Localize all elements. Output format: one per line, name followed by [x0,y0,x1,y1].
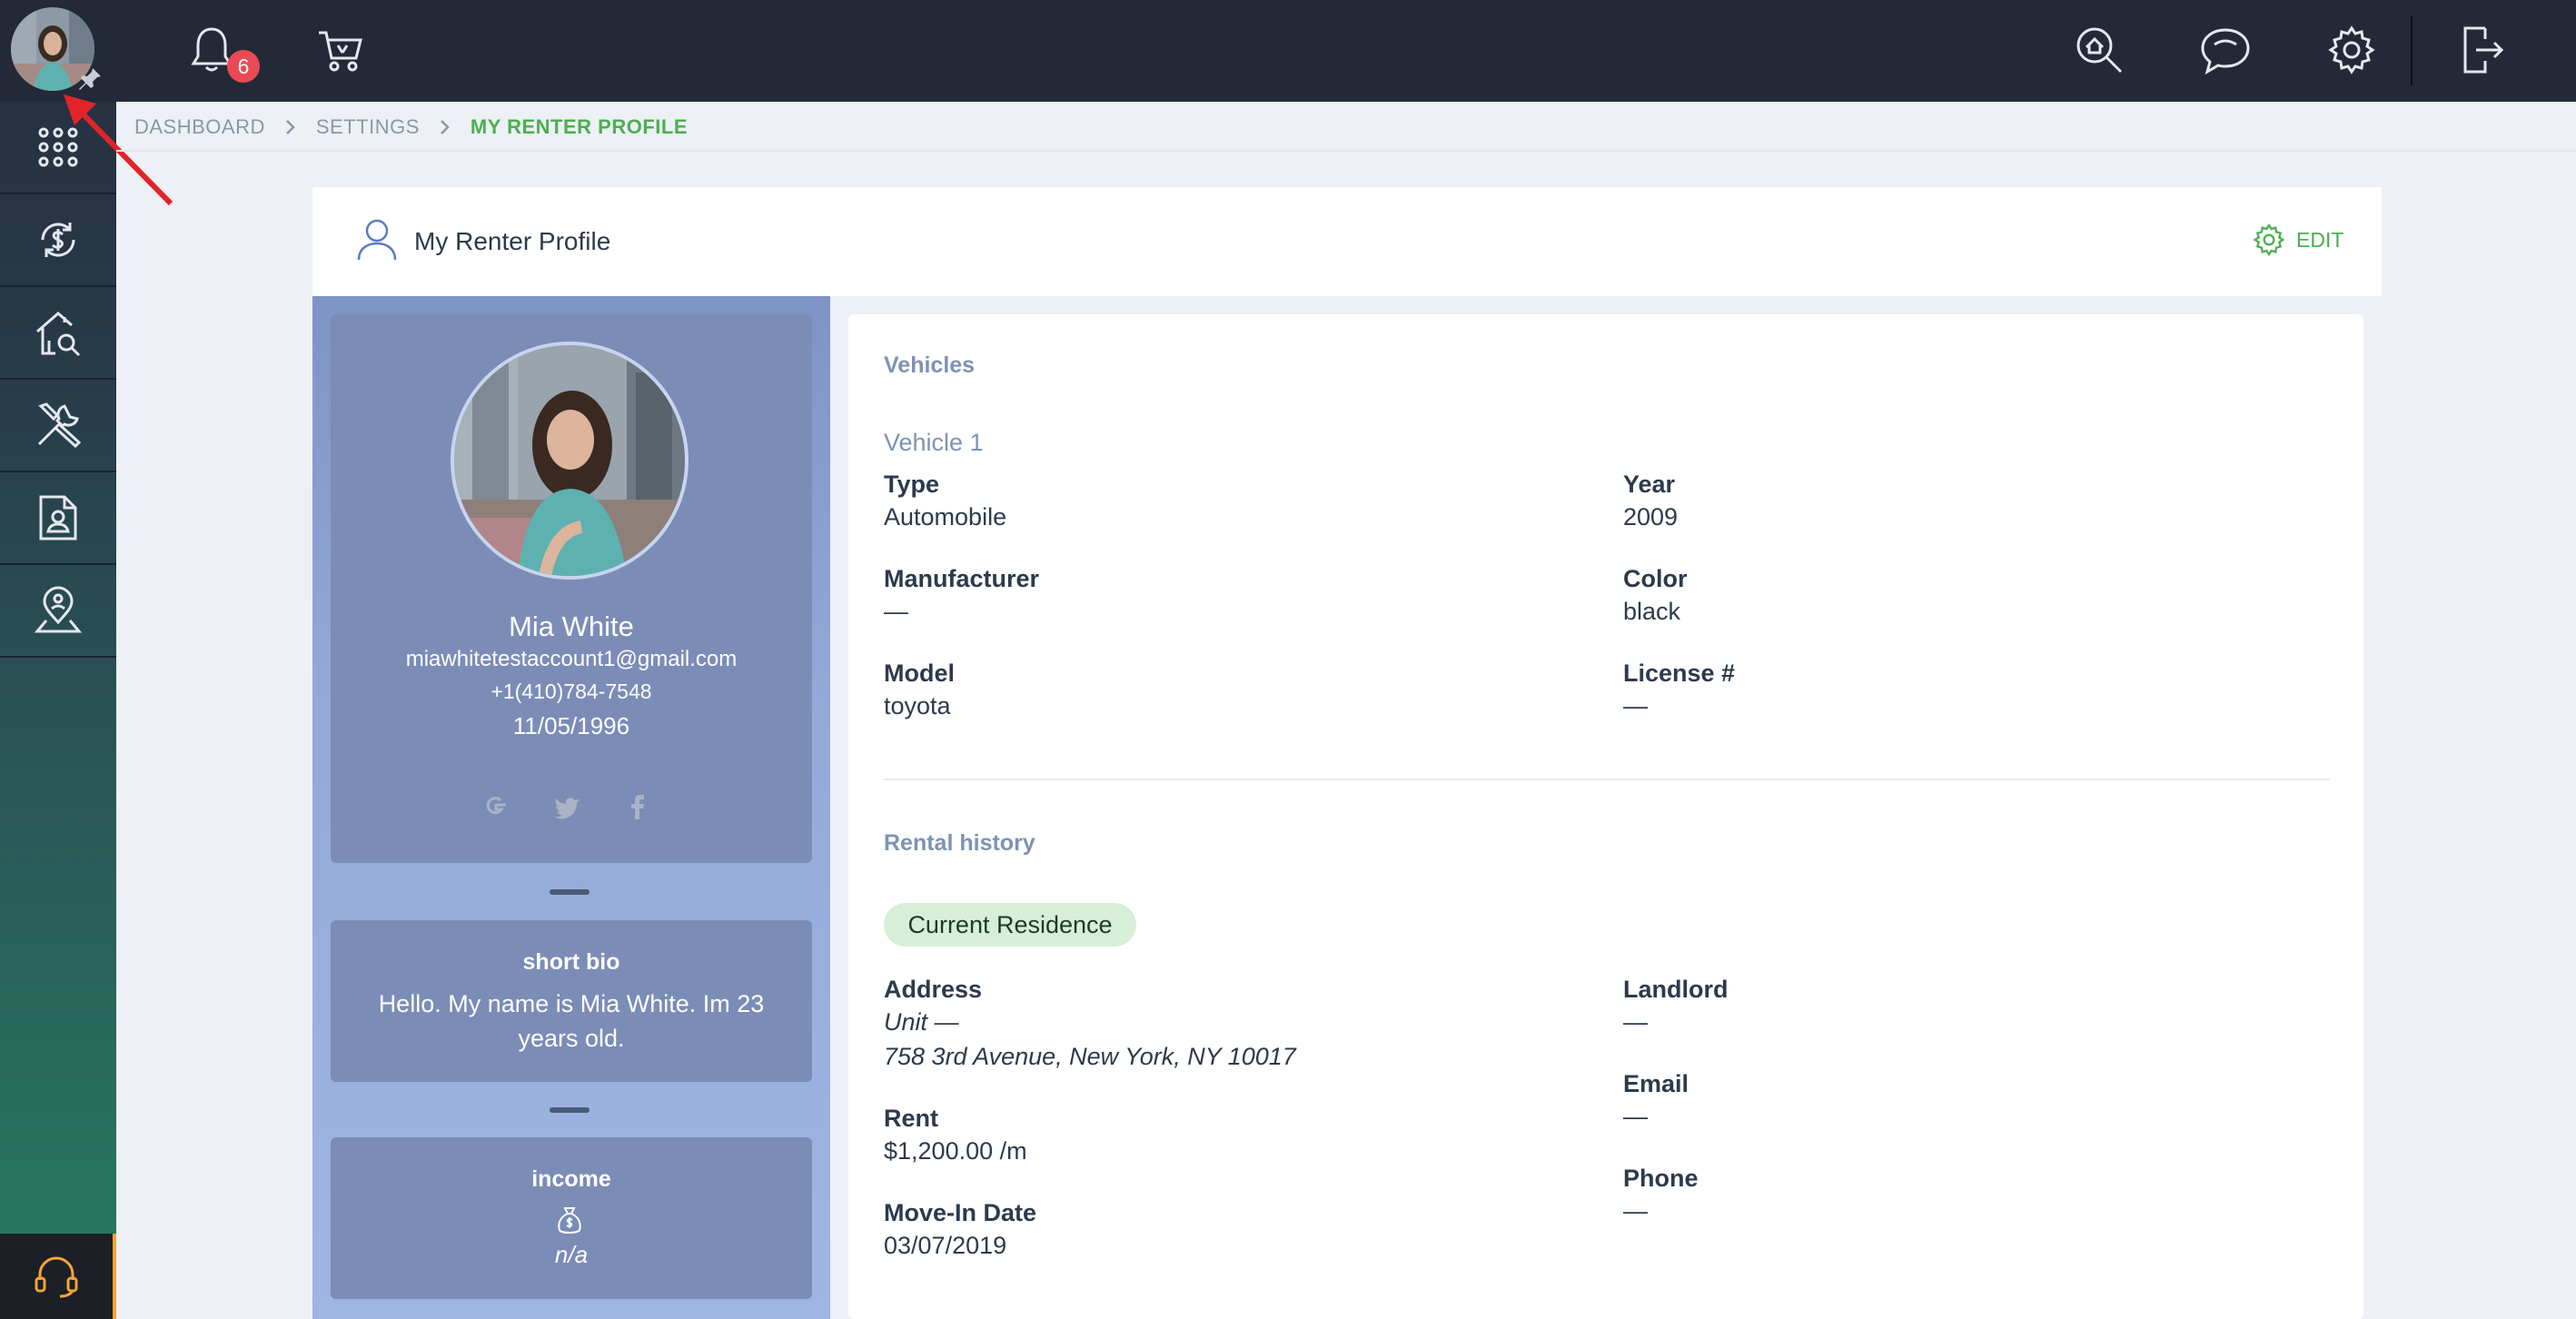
profile-card-header [312,187,2382,296]
sidebar-item-maintenance[interactable] [0,380,116,472]
address-label: Address [884,976,983,1003]
breadcrumb: DASHBOARD SETTINGS MY RENTER PROFILE [134,113,688,142]
current-residence-badge: Current Residence [884,903,1136,947]
money-bag-icon [556,1206,583,1235]
social-links [481,792,652,821]
vehicle-type-label: Type [884,471,940,498]
sidebar [0,102,116,1234]
landlord-phone-value: — [1623,1197,1648,1225]
chevron-right-icon [285,119,296,135]
income-title: income [531,1166,611,1192]
logout-icon[interactable] [2451,18,2514,82]
vehicle-color-label: Color [1623,565,1688,592]
profile-dob: 11/05/1996 [512,712,630,739]
vehicle-manufacturer-label: Manufacturer [884,565,1040,592]
facebook-icon[interactable] [623,792,652,821]
settings-gear-icon[interactable] [2320,18,2383,82]
breadcrumb-settings[interactable]: SETTINGS [316,115,420,139]
sidebar-item-properties[interactable] [0,287,116,380]
user-outline-icon [356,218,398,262]
move-in-label: Move-In Date [884,1199,1037,1226]
tools-icon [37,402,82,449]
section-divider [884,779,2330,780]
gear-icon [2253,223,2285,256]
breadcrumb-current: MY RENTER PROFILE [470,115,688,138]
profile-phone: +1(410)784-7548 [490,679,652,703]
top-bar: 6 [0,0,2576,102]
profile-name: Mia White [509,610,634,642]
vehicle-manufacturer-value: — [884,598,908,625]
rent-label: Rent [884,1105,938,1132]
vehicle-license-value: — [1623,692,1648,719]
cart-icon[interactable] [309,18,372,82]
landlord-value: — [1623,1008,1648,1036]
house-search-icon [36,312,81,357]
vehicle-1-title: Vehicle 1 [884,429,984,456]
vehicle-type-value: Automobile [884,503,1007,531]
drag-handle[interactable] [550,1107,590,1113]
topbar-divider [2411,16,2413,85]
breadcrumb-dashboard[interactable]: DASHBOARD [134,115,265,139]
vehicle-color-value: black [1623,598,1681,625]
dollar-cycle-icon [41,223,75,257]
landlord-phone-label: Phone [1623,1165,1699,1192]
profile-photo [451,342,689,580]
details-panel [848,314,2363,1319]
notification-count-badge: 6 [227,50,260,83]
bio-text: Hello. My name is Mia White. Im 23 years… [378,990,765,1052]
sidebar-item-profile[interactable] [0,472,116,565]
bio-title: short bio [522,949,620,975]
vehicle-year-label: Year [1623,471,1676,498]
support-headset-button[interactable] [0,1234,116,1319]
map-pin-user-icon [34,586,83,633]
drag-handle[interactable] [550,889,590,895]
move-in-value: 03/07/2019 [884,1232,1007,1259]
google-icon[interactable] [481,792,510,821]
vehicle-license-label: License # [1623,660,1736,687]
income-value: n/a [554,1241,589,1268]
landlord-email-value: — [1623,1103,1648,1130]
profile-email: miawhitetestaccount1@gmail.com [405,647,738,671]
rent-value: $1,200.00 /m [884,1137,1027,1165]
document-user-icon [39,495,77,540]
vehicle-model-label: Model [884,660,955,687]
page-title: My Renter Profile [414,227,611,255]
vehicle-year-value: 2009 [1623,503,1679,531]
twitter-icon[interactable] [552,792,581,821]
unit-value: Unit — [884,1008,959,1036]
headset-icon [35,1256,78,1298]
rental-history-section-title: Rental history [884,830,1035,856]
user-avatar[interactable] [11,7,101,93]
landlord-label: Landlord [1623,976,1729,1003]
chevron-right-icon [440,119,451,135]
search-home-icon[interactable] [2067,18,2131,82]
edit-button[interactable]: EDIT [2253,223,2343,256]
edit-label: EDIT [2296,227,2344,252]
pin-icon[interactable] [76,65,104,93]
chat-icon[interactable] [2194,18,2257,82]
sidebar-item-location[interactable] [0,565,116,658]
landlord-email-label: Email [1623,1070,1689,1097]
breadcrumb-divider [116,150,2576,152]
address-value: 758 3rd Avenue, New York, NY 10017 [884,1043,1296,1070]
vehicle-model-value: toyota [884,692,951,719]
vehicles-section-title: Vehicles [884,352,976,378]
